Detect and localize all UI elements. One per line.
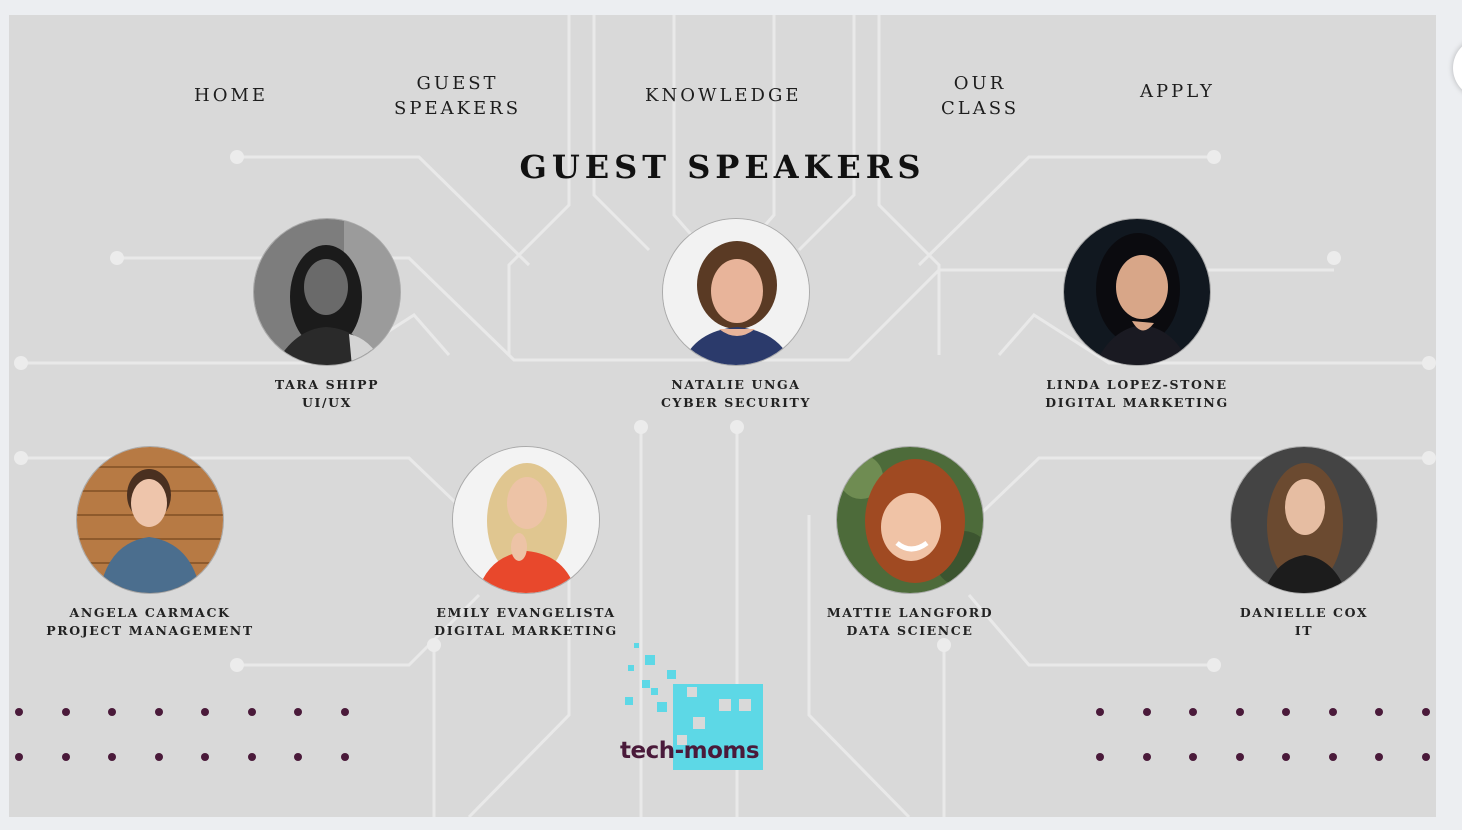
nav-knowledge[interactable]: KNOWLEDGE xyxy=(645,83,802,108)
speaker-role: DIGITAL MARKETING xyxy=(434,623,618,638)
nav-our-class[interactable]: OUR CLASS xyxy=(941,71,1019,121)
nav-knowledge-label: KNOWLEDGE xyxy=(645,85,802,106)
nav-our-class-line1: OUR xyxy=(953,73,1007,94)
speaker-photo xyxy=(1063,218,1211,366)
tech-moms-logo: tech-moms xyxy=(617,643,777,773)
speaker-photo xyxy=(1230,446,1378,594)
speaker-role: PROJECT MANAGEMENT xyxy=(46,623,254,638)
nav-home[interactable]: HOME xyxy=(194,83,268,108)
speaker-name: ANGELA CARMACK xyxy=(69,605,231,620)
speaker-card[interactable]: MATTIE LANGFORD DATA SCIENCE xyxy=(750,446,1070,640)
speaker-card[interactable]: LINDA LOPEZ-STONE DIGITAL MARKETING xyxy=(977,218,1297,412)
side-circle-button[interactable] xyxy=(1453,38,1462,98)
dot-grid-left xyxy=(15,708,355,762)
speaker-photo xyxy=(452,446,600,594)
speaker-role: DIGITAL MARKETING xyxy=(1045,395,1229,410)
speaker-name: NATALIE UNGA xyxy=(671,377,801,392)
speaker-card[interactable]: NATALIE UNGA CYBER SECURITY xyxy=(576,218,896,412)
nav-guest-speakers-line1: GUEST xyxy=(416,73,499,94)
speaker-photo xyxy=(76,446,224,594)
speaker-photo xyxy=(836,446,984,594)
speaker-name: TARA SHIPP xyxy=(274,377,380,392)
nav-home-label: HOME xyxy=(194,85,269,106)
logo-text: tech-moms xyxy=(620,738,760,764)
speaker-photo xyxy=(253,218,401,366)
speaker-photo xyxy=(662,218,810,366)
slide-canvas: HOME GUEST SPEAKERS KNOWLEDGE OUR CLASS … xyxy=(9,15,1436,817)
speaker-card[interactable]: EMILY EVANGELISTA DIGITAL MARKETING xyxy=(366,446,686,640)
speaker-role: CYBER SECURITY xyxy=(661,395,811,410)
nav-guest-speakers-line2: SPEAKERS xyxy=(394,98,522,119)
speaker-name: EMILY EVANGELISTA xyxy=(436,605,616,620)
speaker-name: LINDA LOPEZ-STONE xyxy=(1046,377,1228,392)
speaker-name: DANIELLE COX xyxy=(1239,605,1369,620)
nav-our-class-line2: CLASS xyxy=(941,98,1020,119)
nav-apply-label: APPLY xyxy=(1140,81,1215,102)
speaker-role: UI/UX xyxy=(302,395,352,410)
nav-guest-speakers[interactable]: GUEST SPEAKERS xyxy=(394,71,521,121)
speaker-card[interactable]: TARA SHIPP UI/UX xyxy=(167,218,487,412)
nav-apply[interactable]: APPLY xyxy=(1140,79,1215,104)
speaker-card[interactable]: DANIELLE COX IT xyxy=(1144,446,1436,640)
speaker-role: IT xyxy=(1294,623,1314,638)
speaker-name: MATTIE LANGFORD xyxy=(826,605,994,620)
speaker-role: DATA SCIENCE xyxy=(846,623,974,638)
speaker-card[interactable]: ANGELA CARMACK PROJECT MANAGEMENT xyxy=(9,446,310,640)
page-title: GUEST SPEAKERS xyxy=(519,148,926,186)
dot-grid-right xyxy=(1096,708,1436,762)
